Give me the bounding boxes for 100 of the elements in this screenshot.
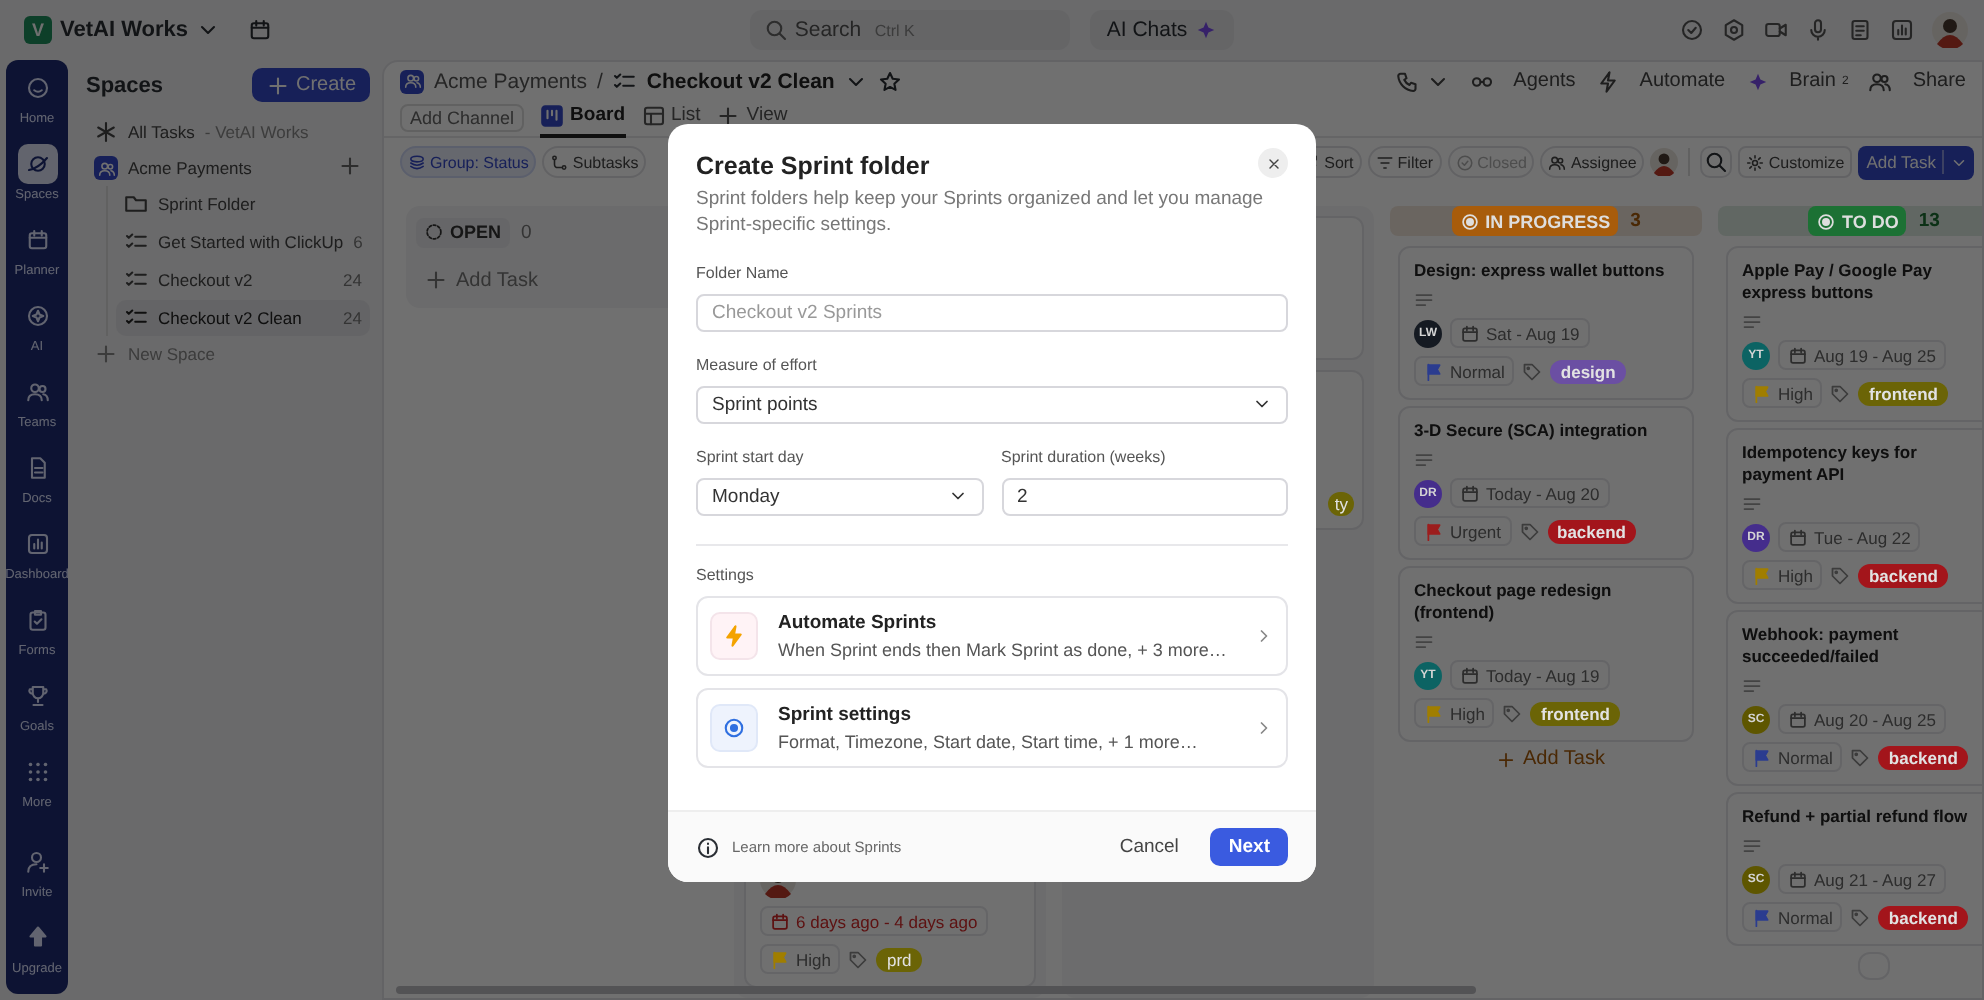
create-button[interactable]: Create: [251, 68, 370, 102]
close-icon: [1265, 155, 1281, 171]
tag-label: frontend: [1858, 381, 1948, 406]
sidebar-item[interactable]: Acme Payments: [128, 158, 252, 178]
breadcrumb-link[interactable]: Acme Payments: [434, 69, 587, 93]
avatar[interactable]: [1650, 148, 1679, 176]
ai-chats-button[interactable]: AI Chats: [1090, 10, 1234, 50]
tag-label: design: [1550, 359, 1626, 384]
view-tab[interactable]: List: [641, 97, 701, 137]
view-tab[interactable]: Board: [540, 97, 625, 137]
dropdown[interactable]: Sprint points: [696, 385, 1288, 424]
priority-button[interactable]: High: [760, 944, 841, 974]
priority-button[interactable]: Urgent: [1414, 516, 1512, 547]
plus-icon: [716, 103, 741, 127]
toolbar-button[interactable]: Filter: [1367, 146, 1442, 178]
sparkle-icon: [1745, 69, 1770, 93]
tag-icon: [1830, 565, 1851, 586]
calendar-icon: [248, 18, 272, 42]
due-date-button[interactable]: Aug 20 - Aug 25: [1778, 704, 1946, 735]
close-button[interactable]: [1258, 148, 1288, 178]
tag-label: ty: [1328, 492, 1354, 516]
task-title: Refund + partial refund flow: [1742, 806, 1970, 829]
star-icon: [878, 69, 903, 93]
priority-button[interactable]: High: [1742, 378, 1823, 409]
settings-row[interactable]: Automate Sprints When Sprint ends then Mark Sprint as done, + 3 more…: [696, 595, 1288, 676]
dropdown[interactable]: Monday: [696, 477, 983, 516]
add-task-button[interactable]: Add Task: [1487, 748, 1605, 771]
item-label: Get Started with ClickUp: [158, 232, 344, 252]
check-circle-icon: [1455, 153, 1474, 171]
tag-icon: [1519, 521, 1540, 542]
avatar[interactable]: [1932, 12, 1968, 48]
input-field[interactable]: 2: [1001, 477, 1288, 516]
call-button[interactable]: [1395, 69, 1450, 93]
due-date-button[interactable]: Today - Aug 20: [1450, 478, 1610, 509]
settings-row[interactable]: Sprint settings Format, Timezone, Start date, Start time, + 1 more…: [696, 687, 1288, 768]
trophy-icon: [25, 684, 49, 708]
cancel-button[interactable]: Cancel: [1099, 828, 1199, 866]
sidebar-item[interactable]: Sprint Folder: [116, 186, 370, 222]
toolbar-button[interactable]: Group: Status: [400, 146, 537, 178]
calendar-icon: [1460, 665, 1480, 686]
check-circle-icon: [1680, 18, 1704, 42]
people-icon: [1548, 153, 1567, 171]
status-label: TO DO: [1808, 206, 1907, 236]
notepad-icon: [1848, 18, 1872, 42]
tag-label: prd: [876, 947, 922, 971]
field-label: Measure of effort: [696, 355, 819, 374]
task-title: Checkout page redesign (frontend): [1414, 580, 1614, 625]
due-date-button[interactable]: Aug 19 - Aug 25: [1778, 340, 1946, 371]
task-count: 3: [1630, 210, 1641, 232]
tag-label: backend: [1858, 563, 1948, 588]
toolbar-button[interactable]: Subtasks: [542, 146, 647, 178]
due-date-button[interactable]: Today - Aug 19: [1450, 660, 1610, 691]
priority-button[interactable]: High: [1742, 560, 1823, 591]
tag-icon: [1850, 747, 1871, 768]
tag-icon: [848, 949, 869, 969]
task-title: 3-D Secure (SCA) integration: [1414, 420, 1650, 443]
next-button[interactable]: Next: [1210, 828, 1288, 866]
toolbar-button[interactable]: Customize: [1738, 146, 1853, 178]
setting-summary: When Sprint ends then Mark Sprint as done, + 3 more…: [778, 639, 1229, 660]
add-channel-button[interactable]: Add Channel: [400, 103, 525, 131]
header-action[interactable]: Agents: [1513, 70, 1576, 92]
calendar-icon: [1788, 869, 1808, 890]
sidebar-item[interactable]: All Tasks: [128, 122, 195, 142]
toolbar-button[interactable]: Assignee: [1540, 146, 1645, 178]
calendar-icon: [1788, 527, 1808, 548]
search-button[interactable]: [1700, 146, 1733, 178]
calendar-icon: [1460, 483, 1480, 504]
calendar-icon: [1788, 345, 1808, 366]
due-date-button[interactable]: Sat - Aug 19: [1450, 318, 1590, 349]
folder-icon: [124, 192, 148, 216]
home-icon: [25, 76, 49, 100]
priority-button[interactable]: Normal: [1742, 902, 1843, 933]
plus-icon: [424, 268, 448, 292]
input-field[interactable]: Checkout v2 Sprints: [696, 293, 1288, 332]
item-label: Checkout v2 Clean: [158, 308, 302, 328]
header-action[interactable]: Automate: [1639, 70, 1726, 92]
due-date-button[interactable]: Aug 21 - Aug 27: [1778, 864, 1946, 895]
breadcrumb-link[interactable]: Checkout v2 Clean: [646, 69, 835, 93]
people-icon: [1868, 69, 1893, 93]
task-title: Webhook: payment succeeded/failed: [1742, 624, 1901, 669]
priority-button[interactable]: High: [1414, 698, 1495, 729]
status-icon: [1459, 211, 1480, 231]
calendar-icon: [770, 911, 790, 931]
header-action[interactable]: Brain$^{2}$: [1789, 70, 1849, 92]
filter-icon: [1375, 153, 1394, 171]
priority-button[interactable]: Normal: [1742, 742, 1843, 773]
header-action[interactable]: Share: [1912, 70, 1966, 92]
checklist-icon: [124, 230, 148, 254]
field-label: Sprint duration (weeks): [1001, 447, 1168, 466]
add-view-button[interactable]: View: [716, 97, 788, 137]
info-icon: [696, 835, 720, 859]
field-label: Folder Name: [696, 263, 791, 282]
due-date-button[interactable]: 6 days ago - 4 days ago: [760, 906, 988, 936]
add-task-button[interactable]: Add Task: [1858, 145, 1974, 179]
task-title: Design: express wallet buttons: [1414, 260, 1667, 283]
due-date-button[interactable]: Tue - Aug 22: [1778, 522, 1921, 553]
lightning-icon: [722, 623, 746, 648]
workspace-switcher[interactable]: V VetAI Works: [16, 12, 228, 48]
priority-button[interactable]: Normal: [1414, 356, 1515, 387]
add-person-icon: [25, 850, 49, 874]
